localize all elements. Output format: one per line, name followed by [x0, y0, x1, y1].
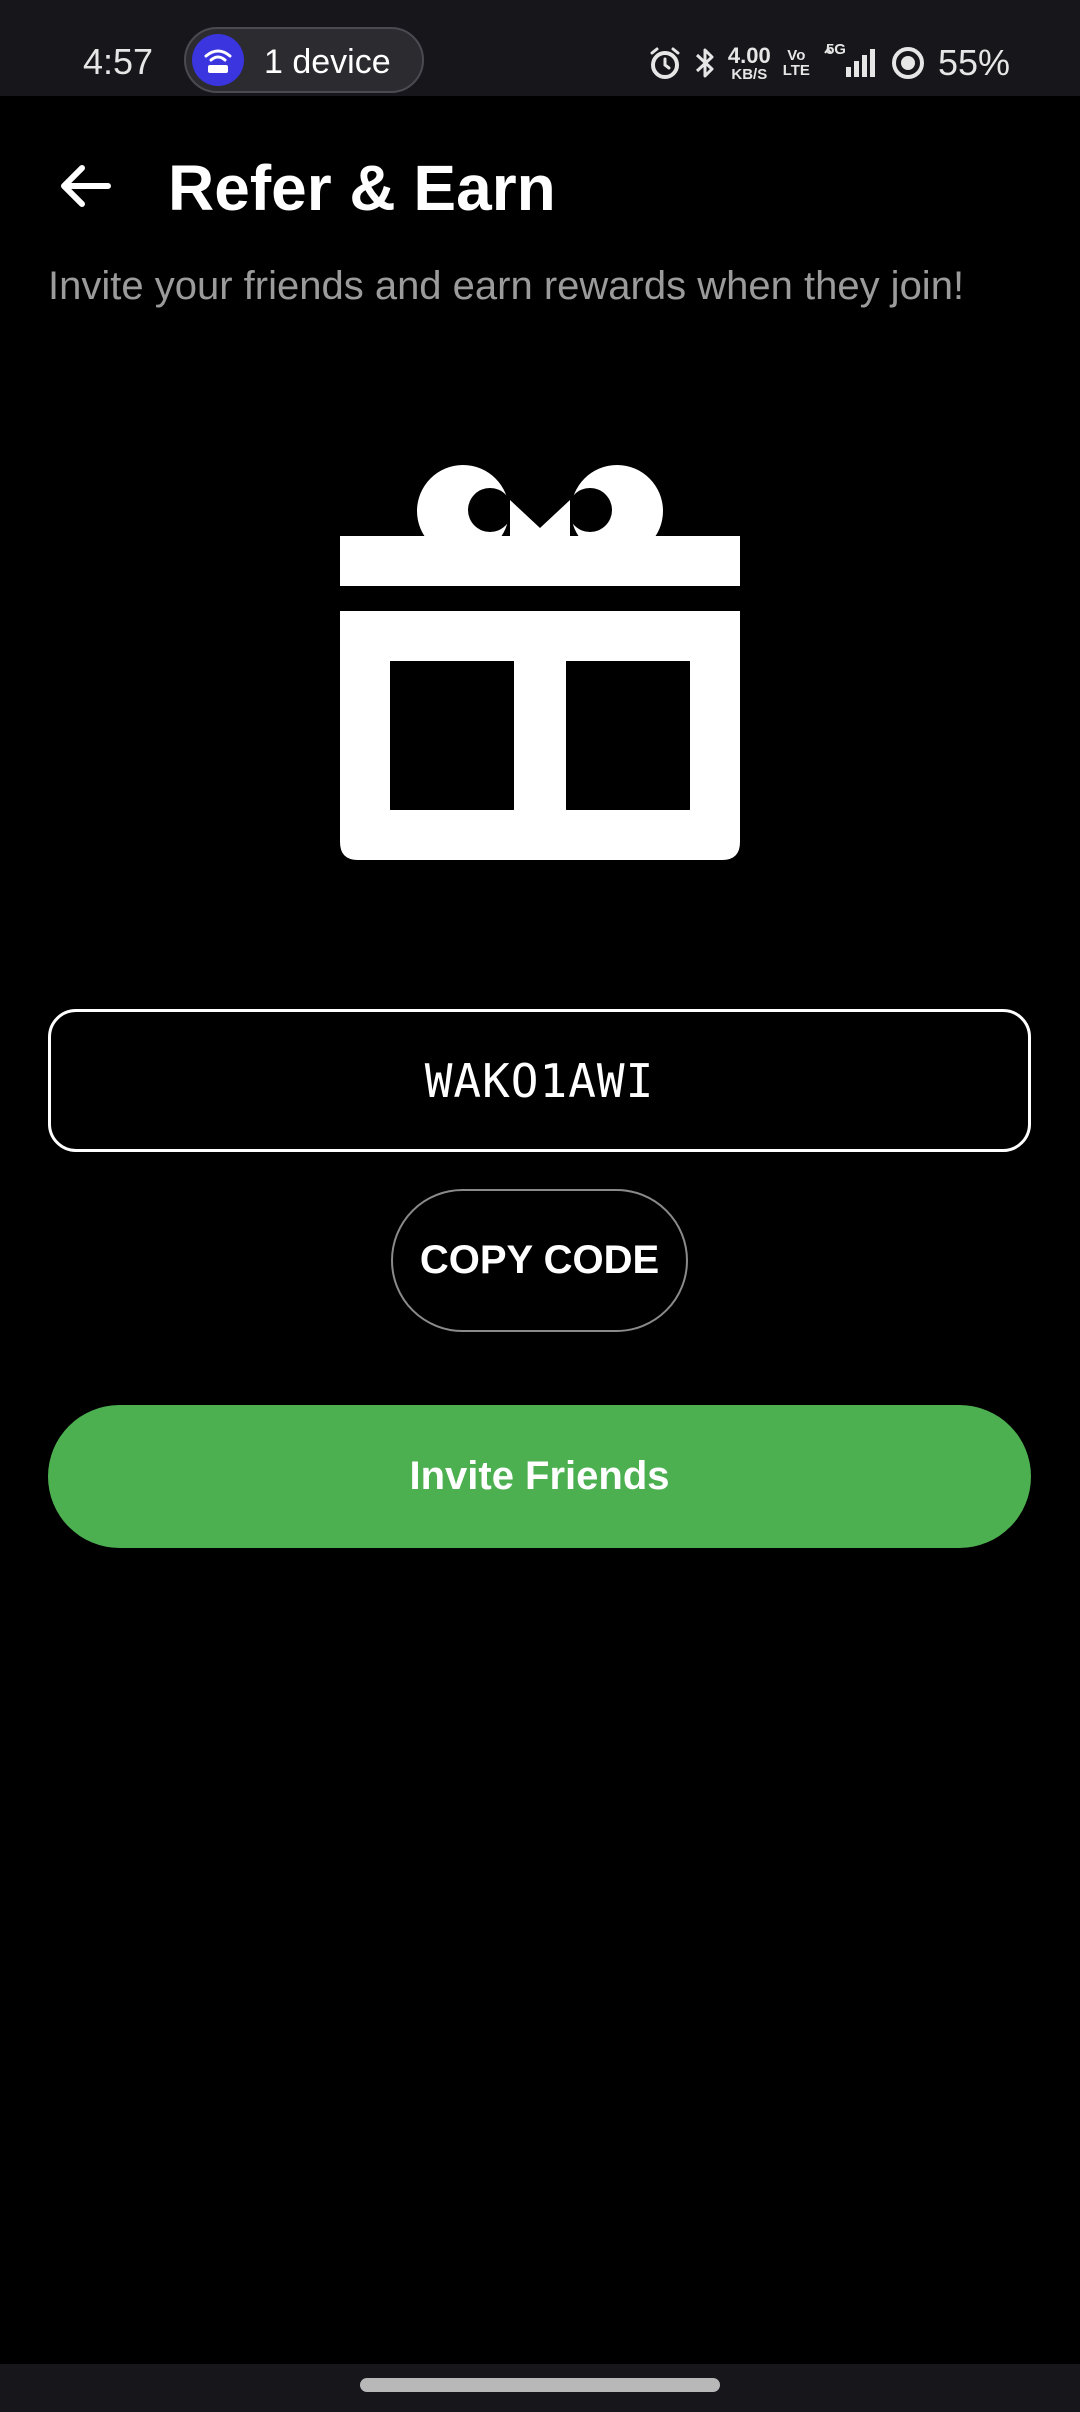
battery-percentage: 55% — [937, 42, 1010, 83]
hotspot-chip[interactable]: 1 device — [184, 27, 424, 93]
hotspot-icon — [192, 34, 244, 86]
page-title: Refer & Earn — [168, 152, 556, 224]
bluetooth-icon — [694, 45, 716, 81]
network-speed-unit: KB/S — [731, 65, 768, 83]
invite-friends-button[interactable]: Invite Friends — [48, 1405, 1031, 1548]
signal-icon: 5G — [822, 41, 878, 81]
volte-bottom: LTE — [782, 62, 810, 79]
referral-code-box[interactable]: WAKO1AWI — [48, 1009, 1031, 1152]
home-indicator[interactable] — [360, 2378, 720, 2392]
status-time: 4:57 — [83, 41, 154, 82]
volte-top: Vo — [787, 47, 806, 64]
back-arrow-icon — [56, 162, 112, 215]
volte-indicator: Vo LTE — [783, 48, 810, 78]
referral-code: WAKO1AWI — [424, 1053, 655, 1108]
status-bar: 4:57 1 device 4.00 KB/S Vo LTE 5G 55% — [0, 0, 1080, 96]
navigation-bar — [0, 2364, 1080, 2412]
page-subtitle: Invite your friends and earn rewards whe… — [48, 264, 965, 308]
network-speed: 4.00 KB/S — [727, 42, 771, 83]
alarm-icon — [648, 46, 682, 80]
copy-code-button[interactable]: COPY CODE — [391, 1189, 688, 1332]
network-speed-value: 4.00 — [727, 42, 771, 68]
status-icons: 4.00 KB/S Vo LTE 5G 55% — [648, 40, 1010, 86]
gift-icon — [340, 460, 740, 860]
back-button[interactable] — [48, 152, 120, 224]
battery-saver-icon — [890, 45, 926, 81]
hotspot-label: 1 device — [264, 43, 391, 81]
